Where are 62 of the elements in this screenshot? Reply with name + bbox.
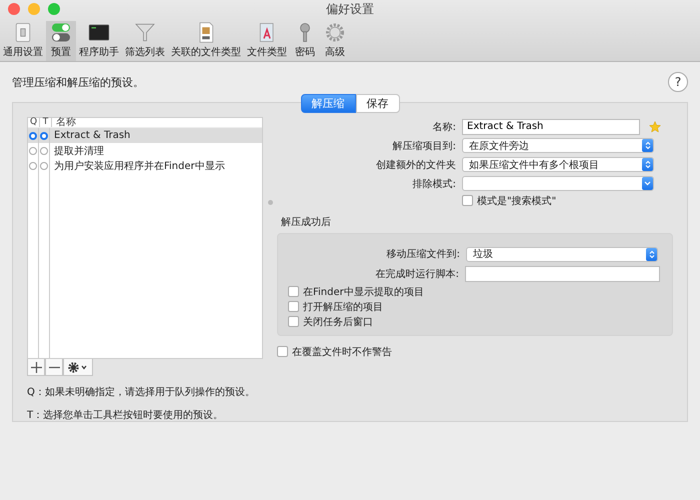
text-field[interactable] [465,266,660,282]
field-label: 移动压缩文件到: [386,248,461,261]
field-label: 在完成时运行脚本: [374,268,460,281]
pattern-checkbox[interactable]: 模式是"搜索模式" [277,193,673,208]
help-button[interactable]: ? [668,72,688,92]
toolbar-tab[interactable]: 关联的文件类型 [168,21,244,61]
preset-row[interactable]: Extract & Trash [28,128,262,143]
toolbar-tab[interactable]: 筛选列表 [122,21,168,61]
toolbar-tab[interactable]: 高级 [320,21,350,61]
funnel-icon [133,22,157,43]
text-field[interactable]: Extract & Trash [462,118,640,134]
splitter-handle[interactable] [268,200,273,204]
checkbox[interactable]: 关闭任务后窗口 [288,314,660,329]
combo-box[interactable] [462,176,654,191]
radio-button[interactable] [40,132,48,140]
gear-caret-icon [68,362,88,372]
remove-button[interactable] [45,359,63,376]
plus-icon [30,362,42,372]
zoom-button[interactable] [48,3,60,15]
column-header[interactable]: 名称 [52,118,76,127]
preset-row[interactable]: 为用户安装应用程序并在Finder中显示 [28,158,262,173]
terminal-icon [87,22,111,43]
column-header[interactable]: Q [28,118,40,127]
toolbar-tab[interactable]: 预置 [46,21,76,61]
chevron-down-icon [644,181,651,186]
toolbar-tab[interactable]: 密码 [290,21,320,61]
window-title: 偏好设置 [326,0,374,18]
action-menu-button[interactable] [63,359,93,376]
toolbar-tab[interactable]: 程序助手 [76,21,122,61]
description-text: 管理压缩和解压缩的预设。 [12,74,144,90]
checkbox[interactable]: 打开解压缩的项目 [288,299,660,314]
field-label: 解压缩项目到: [392,140,457,152]
field-label: 名称: [432,120,457,134]
gear-icon [323,22,347,43]
checkbox[interactable]: 在Finder中显示提取的项目 [288,284,660,299]
radio-button[interactable] [40,162,48,170]
star-icon[interactable] [649,120,661,132]
section-title: 解压成功后 [280,216,332,229]
tab[interactable]: 保存 [356,94,400,113]
popup-menu[interactable]: 垃圾 [466,246,658,262]
close-button[interactable] [8,3,20,15]
radio-button[interactable] [29,146,37,154]
field-label: 创建额外的文件夹 [375,158,457,172]
checkbox[interactable]: 在覆盖文件时不作警告 [277,344,673,359]
radio-button[interactable] [29,132,37,140]
radio-button[interactable] [29,162,37,170]
note-text: Q：如果未明确指定，请选择用于队列操作的预设。 [27,386,256,399]
toolbar-tab[interactable]: 通用设置 [0,21,46,61]
updown-chevron-icon [644,160,650,169]
toolbar-tab[interactable]: 文件类型 [244,21,290,61]
popup-menu[interactable]: 如果压缩文件中有多个根项目 [462,157,654,172]
toggles-icon [49,22,73,43]
radio-button[interactable] [40,146,48,154]
popup-menu[interactable]: 在原文件旁边 [462,138,654,153]
field-label: 排除模式: [412,178,457,190]
column-header[interactable]: T [40,118,52,127]
minimize-button[interactable] [28,3,40,15]
add-button[interactable] [27,359,45,376]
preset-row[interactable]: 提取并清理 [28,143,262,158]
note-text: T：选择您单击工具栏按钮时要使用的预设。 [27,408,224,422]
updown-chevron-icon [648,250,654,258]
updown-chevron-icon [644,141,650,150]
